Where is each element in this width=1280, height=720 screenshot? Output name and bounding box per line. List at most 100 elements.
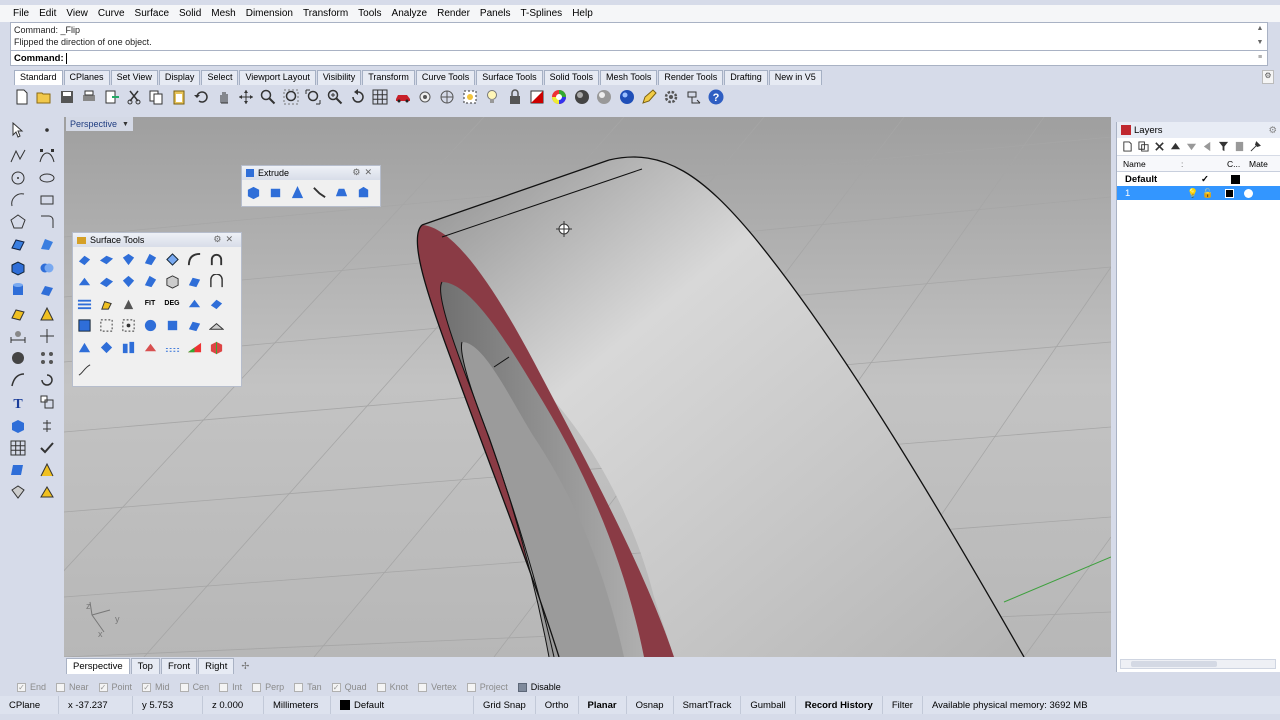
- palette-close-icon[interactable]: ⚙✕: [352, 167, 376, 178]
- tab-right[interactable]: Right: [198, 658, 235, 674]
- layer-clipboard-icon[interactable]: [1233, 140, 1246, 153]
- status-record-history[interactable]: Record History: [796, 696, 883, 714]
- layer-color-swatch[interactable]: [1225, 188, 1234, 198]
- layer-lock-icon[interactable]: 🔓: [1201, 188, 1215, 199]
- pen-icon[interactable]: [639, 87, 659, 107]
- layers-horizontal-scrollbar[interactable]: [1120, 659, 1276, 669]
- change-degree-button[interactable]: DEG: [163, 294, 181, 312]
- boolean-icon[interactable]: [37, 258, 57, 278]
- tab-cplanes[interactable]: CPlanes: [63, 70, 110, 85]
- tab-render-tools[interactable]: Render Tools: [658, 70, 724, 85]
- tab-viewport-layout[interactable]: Viewport Layout: [239, 70, 316, 85]
- layer-color-swatch[interactable]: [1231, 174, 1240, 184]
- perspective-viewport[interactable]: z y x: [64, 117, 1111, 657]
- tab-front[interactable]: Front: [160, 658, 198, 674]
- split-surface-icon[interactable]: [141, 272, 159, 290]
- variable-fillet-icon[interactable]: [119, 250, 137, 268]
- palette-close-icon[interactable]: ⚙✕: [213, 234, 237, 245]
- tab-mesh-tools[interactable]: Mesh Tools: [599, 70, 658, 85]
- shrink-surface-icon[interactable]: [163, 272, 181, 290]
- delete-layer-icon[interactable]: [1153, 140, 1166, 153]
- flatten-icon[interactable]: [207, 316, 225, 334]
- gumball-icon[interactable]: [37, 416, 57, 436]
- osnap-cen-checkbox[interactable]: [179, 682, 189, 692]
- status-grid-snap[interactable]: Grid Snap: [474, 696, 536, 714]
- polygon-icon[interactable]: [8, 212, 28, 232]
- mesh-icon[interactable]: [8, 304, 28, 324]
- extrude-surface-icon[interactable]: [266, 183, 284, 201]
- layer-row-1[interactable]: 1 💡 🔓: [1117, 186, 1280, 200]
- edit-uv-icon[interactable]: [97, 294, 115, 312]
- grid-array-icon[interactable]: [8, 438, 28, 458]
- curve-on-surface-icon[interactable]: [163, 338, 181, 356]
- surface-tools-palette[interactable]: Surface Tools ⚙✕ FIT DEG: [72, 232, 242, 387]
- move-layer-down-icon[interactable]: [1185, 140, 1198, 153]
- chamfer-surface-icon[interactable]: [97, 250, 115, 268]
- menu-panels[interactable]: Panels: [475, 8, 516, 19]
- osnap-disable-checkbox[interactable]: [517, 682, 527, 692]
- extrude-palette-titlebar[interactable]: Extrude ⚙✕: [242, 166, 380, 180]
- draft-angle-icon[interactable]: [207, 338, 225, 356]
- surface-from-network-icon[interactable]: [97, 338, 115, 356]
- tab-standard[interactable]: Standard: [14, 70, 63, 85]
- show-edges-icon[interactable]: [75, 316, 93, 334]
- osnap-point[interactable]: ✓ Point: [98, 682, 132, 692]
- tab-transform[interactable]: Transform: [362, 70, 415, 85]
- layer-visible-icon[interactable]: 💡: [1185, 188, 1201, 199]
- tab-solid-tools[interactable]: Solid Tools: [543, 70, 599, 85]
- tab-select[interactable]: Select: [201, 70, 239, 85]
- command-dropdown-icon[interactable]: ≡: [1255, 54, 1265, 62]
- color-wheel-icon[interactable]: [549, 87, 569, 107]
- open-folder-icon[interactable]: [34, 87, 54, 107]
- point-icon[interactable]: [37, 120, 57, 140]
- grid-icon[interactable]: [370, 87, 390, 107]
- tab-visibility[interactable]: Visibility: [316, 70, 362, 85]
- adjust-seam-icon[interactable]: [185, 294, 203, 312]
- refit-icon[interactable]: [75, 294, 93, 312]
- layer-material-icon[interactable]: [1244, 188, 1253, 198]
- box-solid-icon[interactable]: [8, 258, 28, 278]
- status-osnap[interactable]: Osnap: [627, 696, 674, 714]
- osnap-tan-checkbox[interactable]: [294, 682, 304, 692]
- array-icon[interactable]: [37, 348, 57, 368]
- osnap-near[interactable]: Near: [56, 682, 89, 692]
- osnap-vertex-checkbox[interactable]: [418, 682, 428, 692]
- osnap-cen[interactable]: Cen: [179, 682, 209, 692]
- merge-surface-icon[interactable]: [207, 250, 225, 268]
- panel-options-icon[interactable]: ⚙: [1268, 125, 1277, 136]
- osnap-quad[interactable]: ✓ Quad: [331, 682, 367, 692]
- ghosted-icon[interactable]: [460, 87, 480, 107]
- viewport-scene[interactable]: z y x: [64, 117, 1111, 657]
- zoom-selected-icon[interactable]: [325, 87, 345, 107]
- menu-tsplines[interactable]: T-Splines: [516, 8, 568, 19]
- new-file-icon[interactable]: [12, 87, 32, 107]
- help-icon[interactable]: ?: [706, 87, 726, 107]
- symmetry-icon[interactable]: [207, 272, 225, 290]
- osnap-int-checkbox[interactable]: [219, 682, 229, 692]
- tabs-overflow-icon[interactable]: ⚙: [1262, 70, 1274, 84]
- osnap-tan[interactable]: Tan: [294, 682, 322, 692]
- tab-drafting[interactable]: Drafting: [724, 70, 768, 85]
- cut-icon[interactable]: [124, 87, 144, 107]
- rebuild-surface-icon[interactable]: [185, 272, 203, 290]
- menu-curve[interactable]: Curve: [93, 8, 130, 19]
- extrude-to-point-icon[interactable]: [288, 183, 306, 201]
- layers-panel[interactable]: Layers ⚙ Name : C... Mate Default ✓ 1 💡 …: [1116, 122, 1280, 672]
- menu-view[interactable]: View: [61, 8, 93, 19]
- osnap-mid[interactable]: ✓ Mid: [142, 682, 170, 692]
- filter-layers-icon[interactable]: [1217, 140, 1230, 153]
- status-gumball[interactable]: Gumball: [741, 696, 796, 714]
- join-edge-icon[interactable]: [119, 316, 137, 334]
- car-icon[interactable]: [393, 87, 413, 107]
- properties-icon[interactable]: [415, 87, 435, 107]
- extrude-palette[interactable]: Extrude ⚙✕: [241, 165, 381, 207]
- zoom-extents-icon[interactable]: [303, 87, 323, 107]
- select-arrow-icon[interactable]: [8, 120, 28, 140]
- rebuild-edges-icon[interactable]: [141, 316, 159, 334]
- tab-display[interactable]: Display: [158, 70, 201, 85]
- layer-tools-icon[interactable]: [1249, 140, 1262, 153]
- polyline-icon[interactable]: [8, 146, 28, 166]
- new-layer-icon[interactable]: [1121, 140, 1134, 153]
- paste-icon[interactable]: [169, 87, 189, 107]
- offset-surface-icon[interactable]: [141, 250, 159, 268]
